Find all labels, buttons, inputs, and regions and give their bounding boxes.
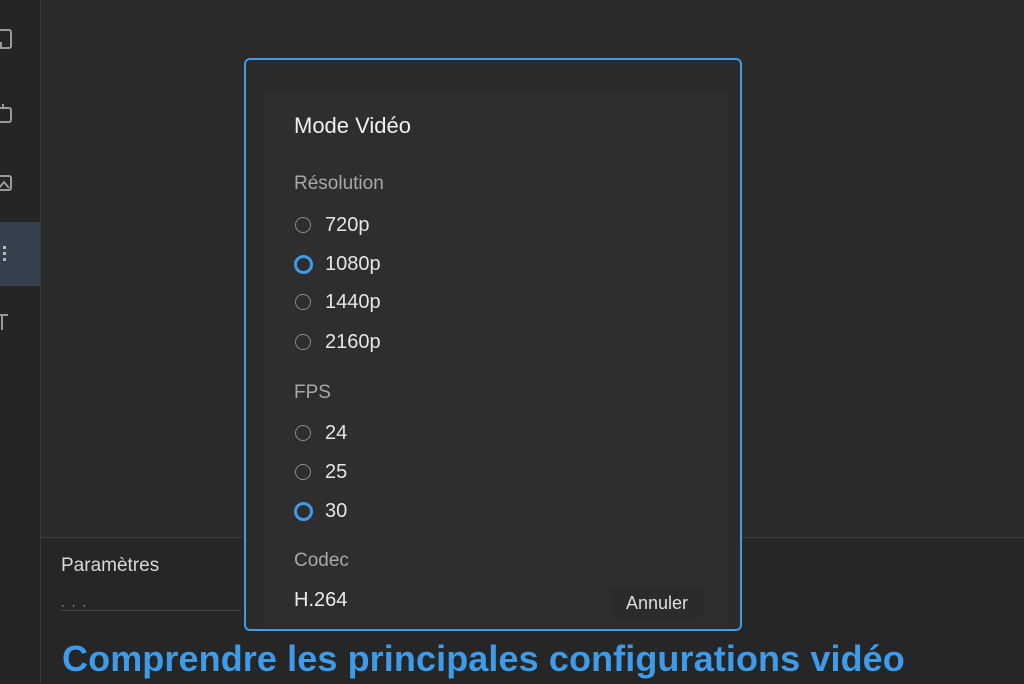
cancel-button[interactable]: Annuler	[610, 588, 704, 618]
radio-1080p[interactable]: 1080p	[294, 252, 381, 276]
panel-title: Paramètres	[61, 555, 160, 576]
radio-button-checked-icon[interactable]	[294, 254, 313, 274]
fps-label: FPS	[294, 382, 331, 403]
headline-caption: Comprendre les principales configuration…	[62, 638, 905, 679]
copy-icon[interactable]	[0, 82, 40, 146]
codec-value: H.264	[294, 589, 348, 611]
radio-label: 720p	[325, 213, 370, 236]
radio-1440p[interactable]: 1440p	[294, 290, 381, 314]
radio-fps-24[interactable]: 24	[294, 421, 347, 445]
video-mode-dialog: Mode Vidéo Résolution 720p 1080p 1440p 2…	[244, 58, 742, 631]
radio-label: 25	[325, 460, 348, 483]
image-icon[interactable]	[0, 152, 40, 216]
sidebar	[0, 0, 41, 683]
radio-button-icon[interactable]	[295, 217, 311, 233]
text-icon[interactable]	[0, 290, 40, 354]
grid-icon[interactable]	[0, 222, 40, 286]
radio-label: 1440p	[325, 290, 381, 313]
document-icon[interactable]	[0, 8, 40, 72]
radio-button-icon[interactable]	[295, 425, 311, 441]
radio-fps-25[interactable]: 25	[294, 460, 347, 484]
radio-2160p[interactable]: 2160p	[294, 330, 381, 354]
radio-label: 30	[325, 499, 348, 522]
radio-label: 2160p	[325, 330, 381, 353]
radio-button-icon[interactable]	[295, 294, 311, 310]
resolution-label: Résolution	[294, 173, 384, 194]
radio-button-checked-icon[interactable]	[294, 501, 313, 521]
radio-fps-30[interactable]: 30	[294, 499, 347, 523]
codec-label: Codec	[294, 550, 349, 571]
radio-button-icon[interactable]	[295, 334, 311, 350]
radio-label: 24	[325, 421, 348, 444]
panel-divider	[61, 610, 241, 611]
radio-button-icon[interactable]	[295, 464, 311, 480]
radio-720p[interactable]: 720p	[294, 213, 370, 237]
dialog-body	[264, 90, 728, 628]
radio-label: 1080p	[325, 252, 381, 275]
dialog-title: Mode Vidéo	[294, 113, 412, 138]
